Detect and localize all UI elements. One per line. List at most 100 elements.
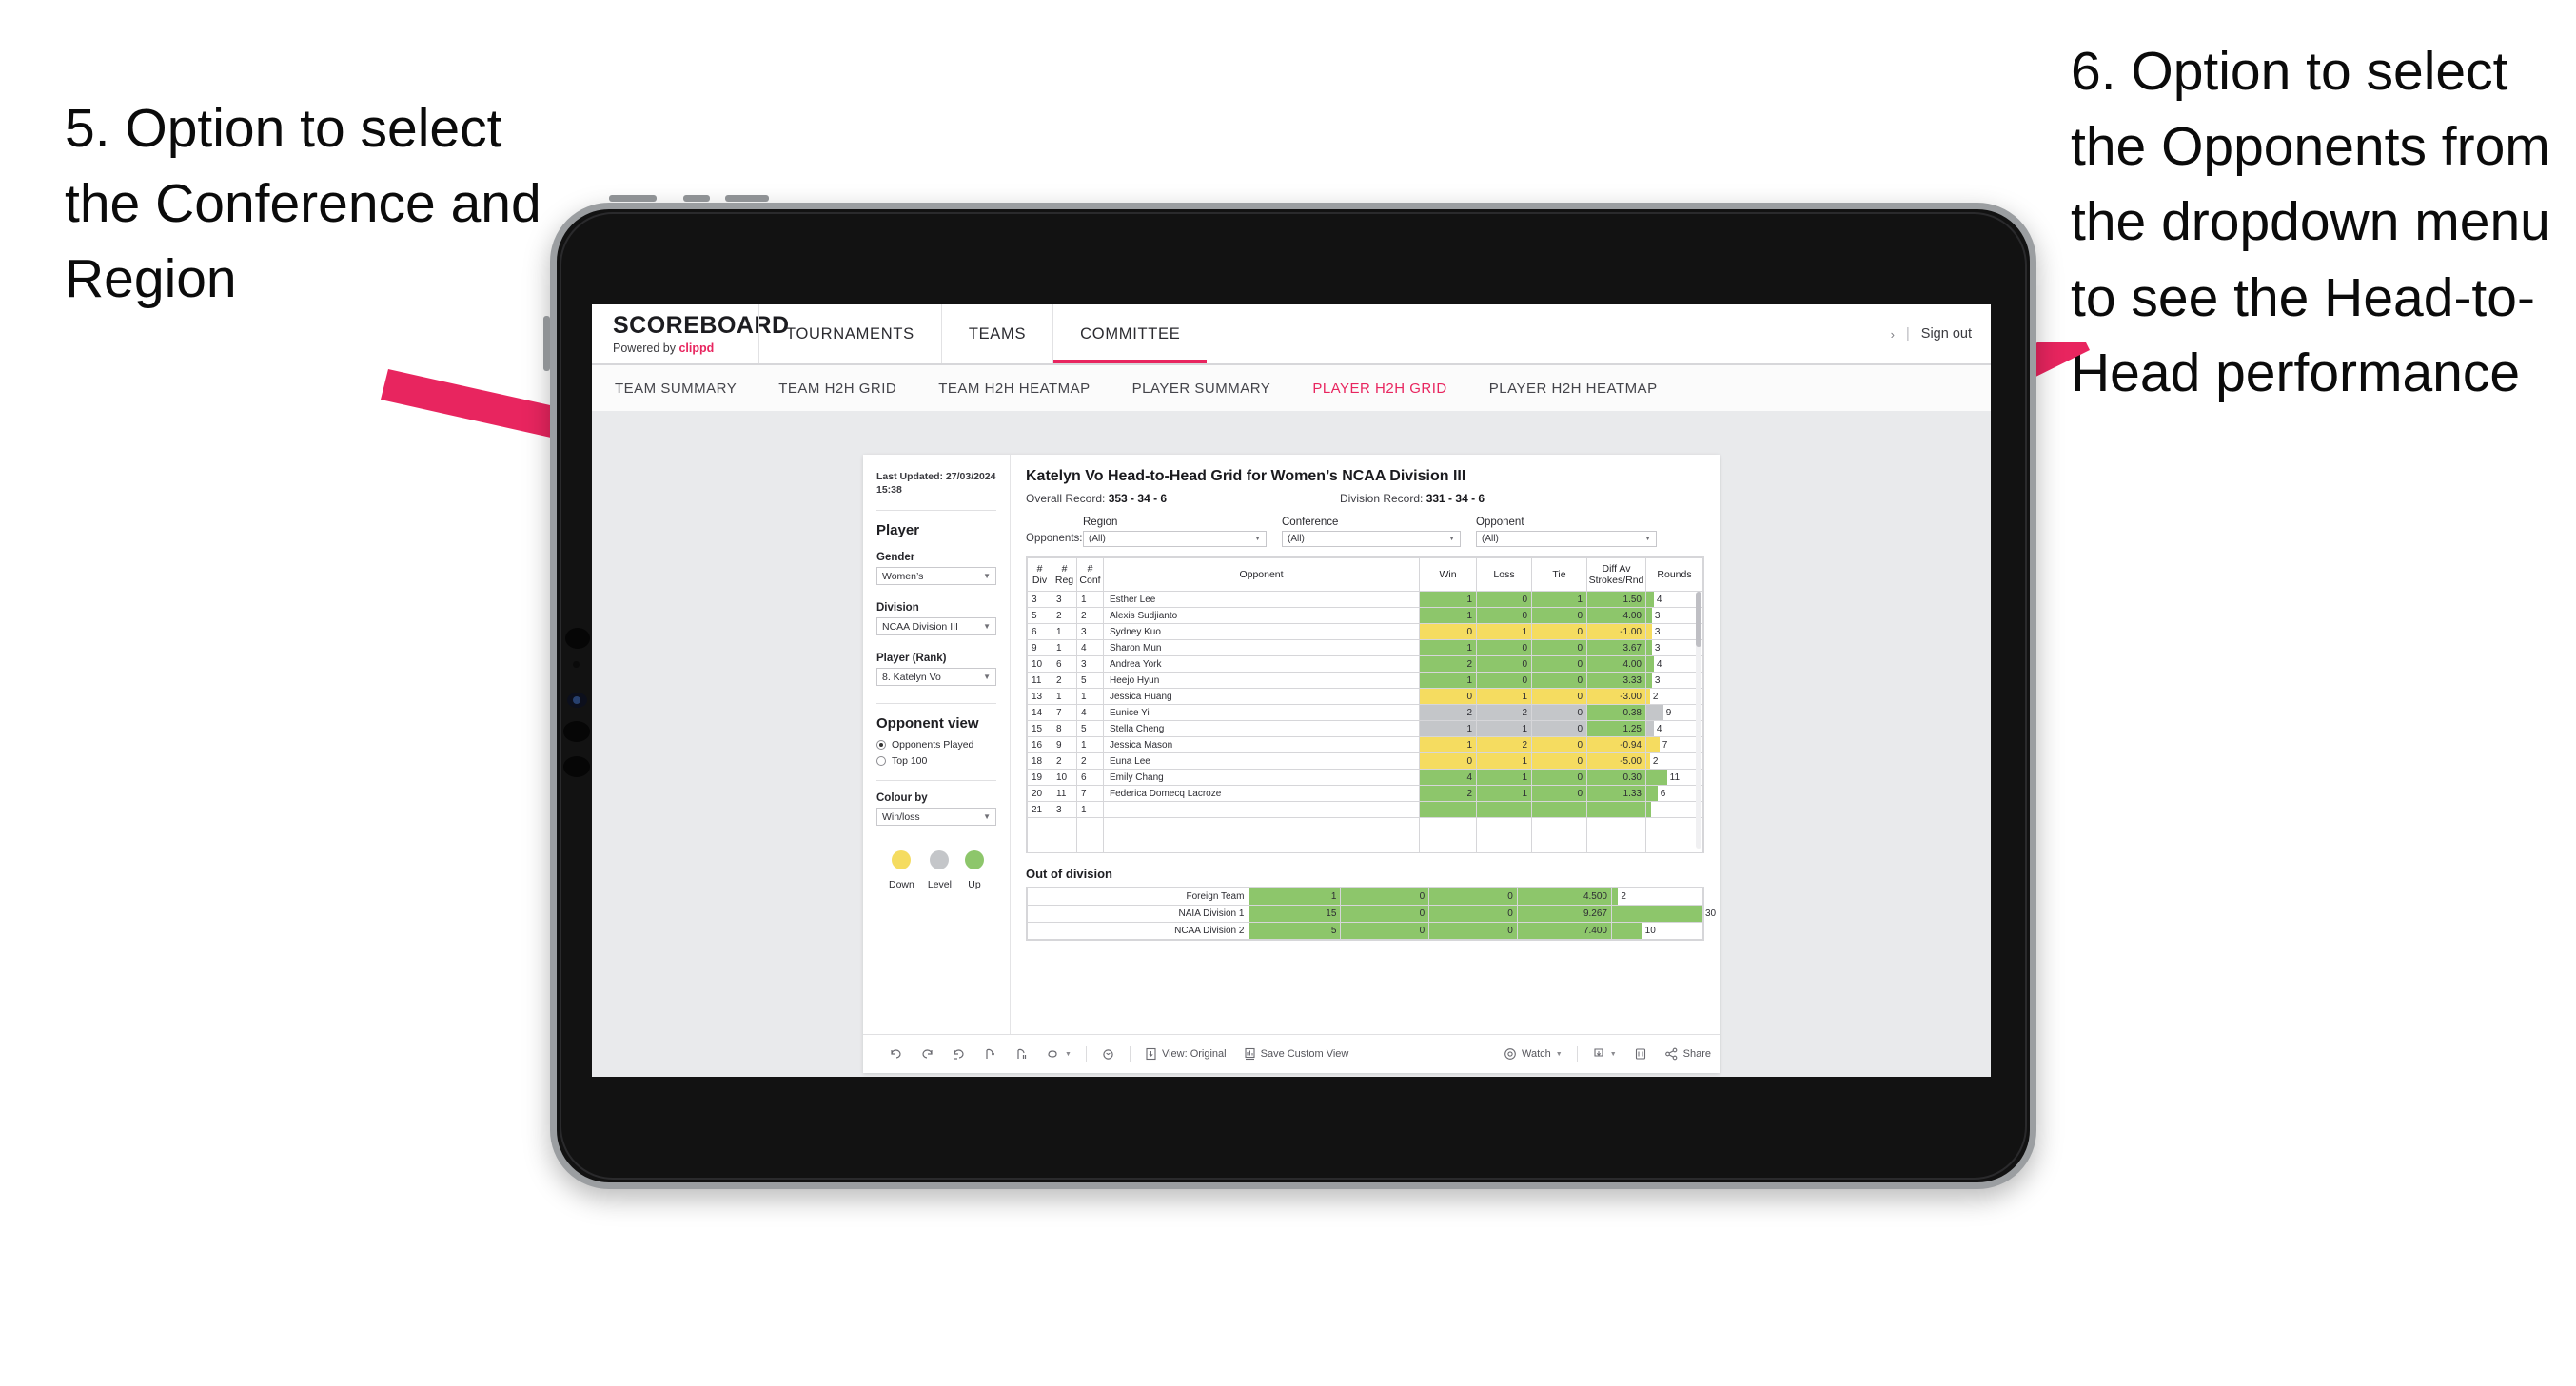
h2h-grid-container[interactable]: # Div # Reg # Conf Opponent Win Loss Tie Di… <box>1026 556 1704 853</box>
select-colour-by[interactable]: Win/loss ▼ <box>876 808 996 827</box>
col-diff-bottom: Strokes/Rnd <box>1588 575 1644 586</box>
table-row[interactable]: 13 1 1 Jessica Huang 0 1 0 -3.00 2 <box>1027 688 1703 705</box>
tab-team-summary[interactable]: TEAM SUMMARY <box>615 381 737 397</box>
alerts-button[interactable] <box>1092 1047 1124 1062</box>
cell-div: 13 <box>1027 688 1052 705</box>
tab-player-h2h-grid[interactable]: PLAYER H2H GRID <box>1312 381 1446 397</box>
radio-opponents-played[interactable]: Opponents Played <box>876 739 996 751</box>
toolbar-separator-1 <box>1085 1046 1087 1062</box>
redo-button[interactable] <box>912 1047 943 1062</box>
col-header-div[interactable]: # Div <box>1027 557 1052 592</box>
radio-top-100[interactable]: Top 100 <box>876 755 996 767</box>
ood-table-row[interactable]: NCAA Division 2 5 0 0 7.400 10 <box>1026 922 1703 940</box>
nav-item-teams[interactable]: TEAMS <box>940 304 1052 363</box>
table-row[interactable]: 3 3 1 Esther Lee 1 0 1 1.50 4 <box>1027 591 1703 608</box>
rounds-value: 2 <box>1652 755 1659 767</box>
col-header-loss[interactable]: Loss <box>1476 557 1532 592</box>
col-header-reg[interactable]: # Reg <box>1052 557 1077 592</box>
cell-opponent: Federica Domecq Lacroze <box>1103 785 1420 802</box>
table-row[interactable]: 5 2 2 Alexis Sudjianto 1 0 0 4.00 3 <box>1027 607 1703 624</box>
cell-diff: 1.33 <box>1586 785 1646 802</box>
table-row[interactable]: 16 9 1 Jessica Mason 1 2 0 -0.94 7 <box>1027 736 1703 753</box>
filter-region-dropdown[interactable]: (All) ▼ <box>1083 531 1267 547</box>
table-row[interactable]: 15 8 5 Stella Cheng 1 1 0 1.25 4 <box>1027 720 1703 737</box>
cell-div: 11 <box>1027 672 1052 689</box>
nav-item-committee[interactable]: COMMITTEE <box>1052 304 1208 363</box>
watch-button[interactable]: Watch ▼ <box>1495 1047 1571 1061</box>
tab-player-h2h-heatmap[interactable]: PLAYER H2H HEATMAP <box>1489 381 1658 397</box>
cell-rounds: 7 <box>1645 736 1703 753</box>
col-header-opponent[interactable]: Opponent <box>1103 557 1420 592</box>
col-header-rounds[interactable]: Rounds <box>1645 557 1703 592</box>
refresh-data-button[interactable] <box>974 1047 1006 1062</box>
legend-dot-down-icon <box>892 850 912 870</box>
save-custom-view-button[interactable]: Save Custom View <box>1235 1047 1358 1061</box>
view-original-button[interactable]: View: Original <box>1136 1047 1235 1061</box>
col-header-tie[interactable]: Tie <box>1531 557 1587 592</box>
watch-icon <box>1504 1048 1516 1060</box>
share-button[interactable]: Share <box>1656 1047 1720 1061</box>
ood-table-row[interactable]: Foreign Team 1 0 0 4.500 2 <box>1026 888 1703 906</box>
ood-table-row[interactable]: NAIA Division 1 15 0 0 9.267 30 <box>1026 905 1716 923</box>
highlight-button[interactable]: ▼ <box>1037 1047 1080 1062</box>
h2h-table-head: # Div # Reg # Conf Opponent Win Loss Tie Di… <box>1027 557 1703 592</box>
blank-cell <box>1103 835 1420 852</box>
chevron-down-icon: ▼ <box>983 673 991 682</box>
cell-conf: 5 <box>1076 672 1104 689</box>
chevron-down-icon: ▼ <box>983 812 991 822</box>
sign-out-link[interactable]: Sign out <box>1921 326 1972 342</box>
table-row[interactable]: 6 1 3 Sydney Kuo 0 1 0 -1.00 3 <box>1027 623 1703 640</box>
table-row[interactable]: 11 2 5 Heejo Hyun 1 0 0 3.33 3 <box>1027 672 1703 689</box>
ood-cell-loss: 0 <box>1340 905 1430 923</box>
view-icon <box>1146 1047 1156 1061</box>
table-row-partial[interactable]: 21 3 1 <box>1027 801 1703 818</box>
tab-team-h2h-grid[interactable]: TEAM H2H GRID <box>778 381 896 397</box>
ood-cell-name: Foreign Team <box>1026 888 1250 906</box>
revert-button[interactable] <box>943 1047 974 1062</box>
nav-right-group: › | Sign out <box>1891 304 1991 363</box>
brand-logo[interactable]: SCOREBOARD Powered by clippd <box>592 304 790 363</box>
rounds-value: 3 <box>1654 674 1661 686</box>
powered-by-text: Powered by <box>613 341 679 355</box>
division-record: Division Record: 331 - 34 - 6 <box>1340 492 1485 505</box>
fullscreen-button[interactable] <box>1625 1047 1656 1061</box>
rounds-value: 2 <box>1621 891 1626 902</box>
filter-conference-dropdown[interactable]: (All) ▼ <box>1282 531 1461 547</box>
tab-player-summary[interactable]: PLAYER SUMMARY <box>1132 381 1271 397</box>
undo-button[interactable] <box>880 1047 912 1062</box>
cell-loss <box>1476 801 1532 818</box>
brand-title: SCOREBOARD <box>613 311 790 339</box>
nav-item-tournaments[interactable]: TOURNAMENTS <box>758 304 941 363</box>
cell-opponent: Jessica Huang <box>1103 688 1420 705</box>
select-division-value: NCAA Division III <box>882 620 958 633</box>
cell-win: 0 <box>1419 623 1477 640</box>
download-button[interactable]: ▼ <box>1583 1047 1625 1061</box>
filter-sidebar: Last Updated: 27/03/2024 15:38 Player Ge… <box>863 455 1011 1034</box>
col-header-win[interactable]: Win <box>1419 557 1477 592</box>
table-row[interactable]: 20 11 7 Federica Domecq Lacroze 2 1 0 1.33 6 <box>1027 785 1703 802</box>
table-row[interactable]: 19 10 6 Emily Chang 4 1 0 0.30 11 <box>1027 769 1703 786</box>
select-player-rank[interactable]: 8. Katelyn Vo ▼ <box>876 668 996 687</box>
pause-updates-button[interactable] <box>1006 1047 1037 1062</box>
nav-label-teams: TEAMS <box>968 324 1027 342</box>
nav-separator: | <box>1906 326 1910 342</box>
table-row[interactable]: 14 7 4 Eunice Yi 2 2 0 0.38 9 <box>1027 704 1703 721</box>
select-division[interactable]: NCAA Division III ▼ <box>876 617 996 636</box>
grid-scrollbar-thumb[interactable] <box>1696 592 1701 647</box>
table-row[interactable]: 18 2 2 Euna Lee 0 1 0 -5.00 2 <box>1027 752 1703 770</box>
select-gender[interactable]: Women’s ▼ <box>876 567 996 586</box>
cell-div: 5 <box>1027 607 1052 624</box>
tab-team-h2h-heatmap[interactable]: TEAM H2H HEATMAP <box>938 381 1090 397</box>
table-row[interactable]: 9 1 4 Sharon Mun 1 0 0 3.67 3 <box>1027 639 1703 656</box>
col-header-diff[interactable]: Diff Av Strokes/Rnd <box>1586 557 1646 592</box>
ood-cell-diff: 4.500 <box>1516 888 1613 906</box>
chevron-right-icon[interactable]: › <box>1891 327 1895 342</box>
division-record-value: 331 - 34 - 6 <box>1426 492 1485 505</box>
chevron-down-icon: ▼ <box>1609 1050 1617 1058</box>
col-header-conf[interactable]: # Conf <box>1076 557 1104 592</box>
cell-tie: 0 <box>1531 736 1587 753</box>
table-row[interactable]: 10 6 3 Andrea York 2 0 0 4.00 4 <box>1027 655 1703 673</box>
out-of-division-container[interactable]: Foreign Team 1 0 0 4.500 2 NAIA Division 1 15 0 0… <box>1026 887 1716 941</box>
filter-opponent-dropdown[interactable]: (All) ▼ <box>1476 531 1657 547</box>
h2h-grid-table: # Div # Reg # Conf Opponent Win Loss Tie Di… <box>1027 557 1703 852</box>
